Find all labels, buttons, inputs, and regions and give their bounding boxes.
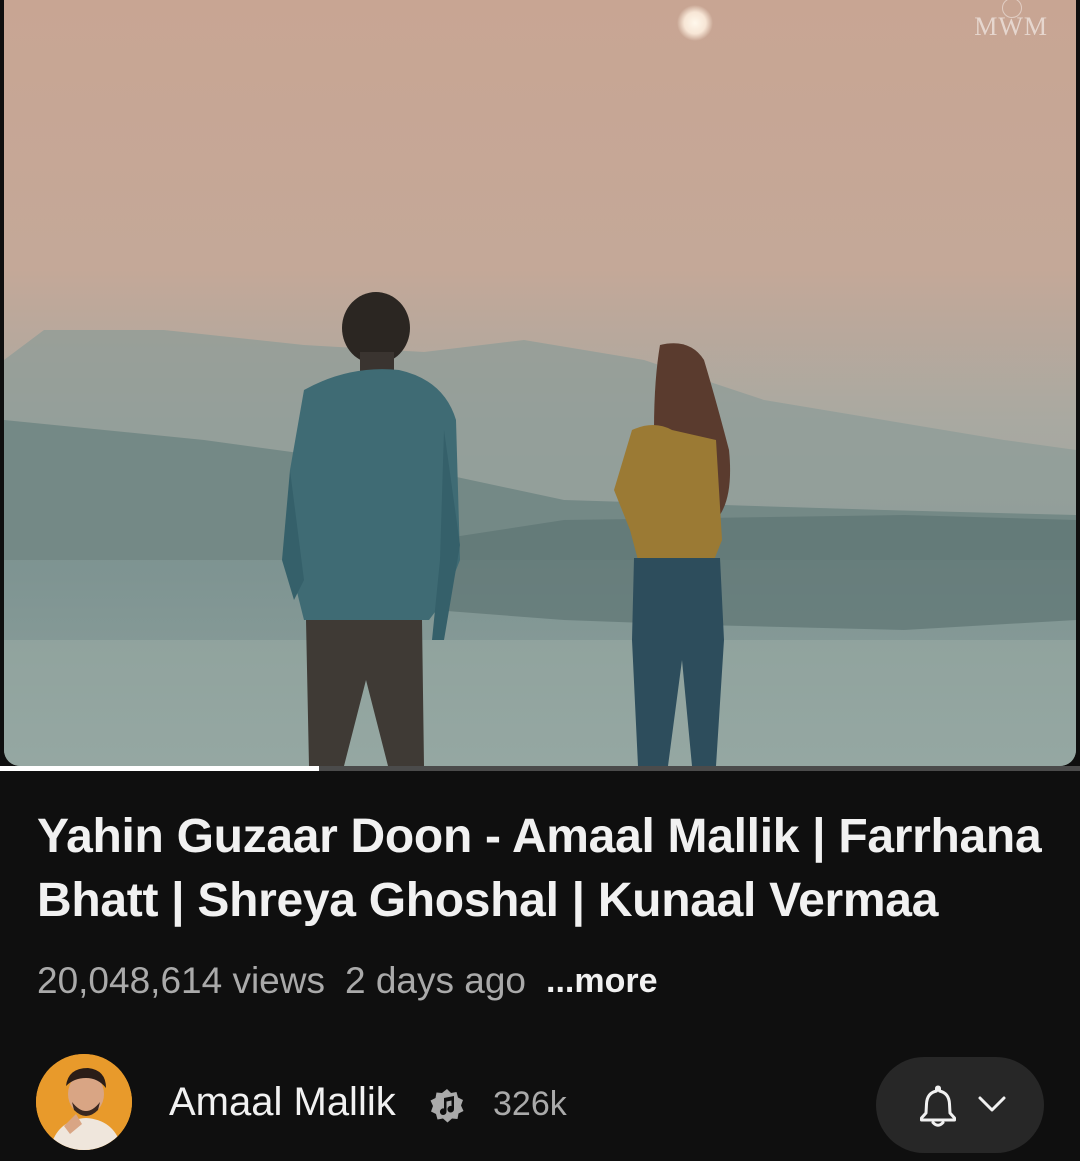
video-player[interactable]: MWM — [0, 0, 1080, 771]
video-title[interactable]: Yahin Guzaar Doon - Amaal Mallik | Farrh… — [37, 805, 1057, 933]
video-metadata[interactable]: 20,048,614 views 2 days ago ...more — [37, 955, 658, 1007]
video-progress-fill — [0, 766, 319, 771]
channel-row: Amaal Mallik 326k — [36, 1054, 1046, 1153]
more-button[interactable]: ...more — [546, 962, 657, 1001]
chevron-down-icon — [978, 1096, 1006, 1112]
video-progress-bar[interactable] — [0, 766, 1080, 771]
video-frame[interactable]: MWM — [4, 0, 1076, 766]
watch-page: MWM Yahin Guzaar Doon - Amaal Mallik | F… — [0, 0, 1080, 1161]
music-note-verified-icon — [430, 1089, 464, 1123]
view-count: 20,048,614 views — [37, 960, 325, 1001]
avatar[interactable] — [36, 1054, 132, 1150]
subscriber-count: 326k — [493, 1085, 567, 1123]
video-thumbnail-scene — [4, 0, 1076, 766]
upload-age: 2 days ago — [344, 960, 527, 1001]
channel-avatar-image — [36, 1054, 132, 1150]
bell-icon — [920, 1085, 956, 1127]
subscribed-notifications-button[interactable] — [876, 1057, 1044, 1153]
channel-watermark: MWM — [974, 0, 1048, 41]
channel-name[interactable]: Amaal Mallik — [169, 1080, 396, 1125]
